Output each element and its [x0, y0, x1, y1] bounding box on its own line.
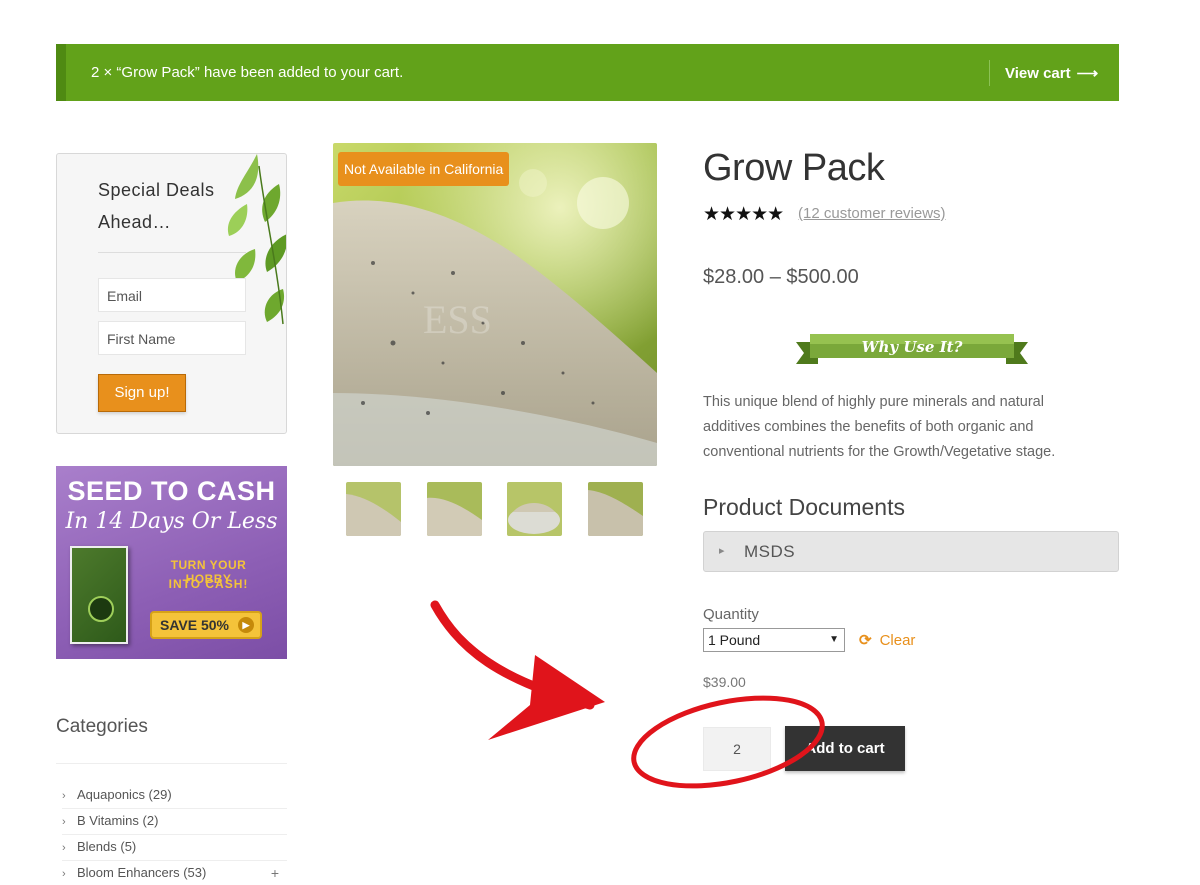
categories-title: Categories: [56, 716, 148, 737]
why-use-it-ribbon[interactable]: Why Use It?: [796, 330, 1028, 366]
product-title: Grow Pack: [703, 147, 885, 189]
thumbnail-1[interactable]: [346, 482, 401, 536]
seed-to-cash-banner[interactable]: SEED TO CASH In 14 Days Or Less TURN YOU…: [56, 466, 287, 659]
quantity-input[interactable]: 2: [703, 727, 771, 771]
clear-selection-link[interactable]: ⟳ Clear: [859, 631, 915, 649]
category-label: B Vitamins (2): [77, 813, 159, 828]
email-field[interactable]: Email: [98, 278, 246, 312]
promo-subtitle: In 14 Days Or Less: [65, 509, 278, 534]
category-item[interactable]: › Bloom Enhancers (53) +: [62, 861, 287, 885]
thumbnail-3[interactable]: [507, 482, 562, 536]
play-icon: ▶: [238, 617, 254, 633]
newsletter-divider: [98, 252, 246, 253]
clear-label: Clear: [879, 632, 916, 649]
product-description: This unique blend of highly pure mineral…: [703, 394, 1056, 460]
star-rating-icon: ★★★★★: [703, 204, 784, 225]
category-item[interactable]: › B Vitamins (2): [62, 809, 287, 835]
price-range: $28.00 – $500.00: [703, 266, 859, 288]
promo-save-label: SAVE 50%: [160, 617, 229, 633]
quantity-label: Quantity: [703, 606, 759, 623]
newsletter-title: Special Deals Ahead…: [98, 180, 215, 232]
categories-list: › Aquaponics (29) › B Vitamins (2) › Blends…: [62, 783, 287, 885]
chevron-right-icon: ›: [62, 842, 66, 854]
category-item[interactable]: › Blends (5): [62, 835, 287, 861]
msds-accordion[interactable]: ▸ MSDS: [703, 531, 1119, 572]
svg-text:ESS: ESS: [423, 297, 492, 342]
chevron-right-icon: ›: [62, 790, 66, 802]
promo-save-button[interactable]: SAVE 50% ▶: [150, 611, 262, 639]
quantity-option-select[interactable]: 1 Pound ▼: [703, 628, 845, 652]
first-name-field[interactable]: First Name: [98, 321, 246, 355]
add-to-cart-button[interactable]: Add to cart: [785, 726, 905, 771]
ribbon-label: Why Use It?: [862, 338, 963, 356]
arrow-right-icon: ⟶: [1076, 65, 1099, 82]
product-main-image[interactable]: ESS: [333, 143, 657, 466]
category-item[interactable]: › Aquaponics (29): [62, 783, 287, 809]
thumbnail-2[interactable]: [427, 482, 482, 536]
variation-price: $39.00: [703, 674, 746, 690]
cart-notice: 2 × “Grow Pack” have been added to your …: [56, 44, 1119, 101]
customer-reviews-link[interactable]: (12 customer reviews): [798, 205, 946, 222]
categories-divider: [56, 763, 287, 764]
thumbnail-4[interactable]: [588, 482, 643, 536]
view-cart-link[interactable]: View cart ⟶: [1005, 64, 1098, 82]
category-label: Aquaponics (29): [77, 787, 172, 802]
cart-notice-message: 2 × “Grow Pack” have been added to your …: [91, 64, 404, 81]
availability-badge: Not Available in California: [338, 152, 510, 186]
product-documents-title: Product Documents: [703, 494, 905, 520]
chevron-right-icon: ›: [62, 868, 66, 880]
promo-title: SEED TO CASH: [67, 476, 276, 506]
view-cart-label: View cart: [1005, 65, 1071, 82]
newsletter-widget: Special Deals Ahead… Email First Name Si…: [56, 153, 287, 434]
book-cover-image: [70, 546, 128, 644]
category-label: Blends (5): [77, 839, 137, 854]
signup-button[interactable]: Sign up!: [98, 374, 186, 412]
selected-option: 1 Pound: [708, 632, 761, 648]
dropdown-caret-icon: ▼: [829, 634, 839, 645]
expand-icon[interactable]: +: [271, 861, 279, 885]
category-label: Bloom Enhancers (53): [77, 865, 207, 880]
notice-divider: [989, 60, 990, 86]
msds-label: MSDS: [744, 542, 796, 561]
caret-right-icon: ▸: [719, 545, 725, 557]
chevron-right-icon: ›: [62, 816, 66, 828]
promo-tagline-2: INTO CASH!: [168, 577, 249, 591]
annotation-arrow-circle: [430, 600, 825, 789]
refresh-icon: ⟳: [859, 632, 872, 649]
